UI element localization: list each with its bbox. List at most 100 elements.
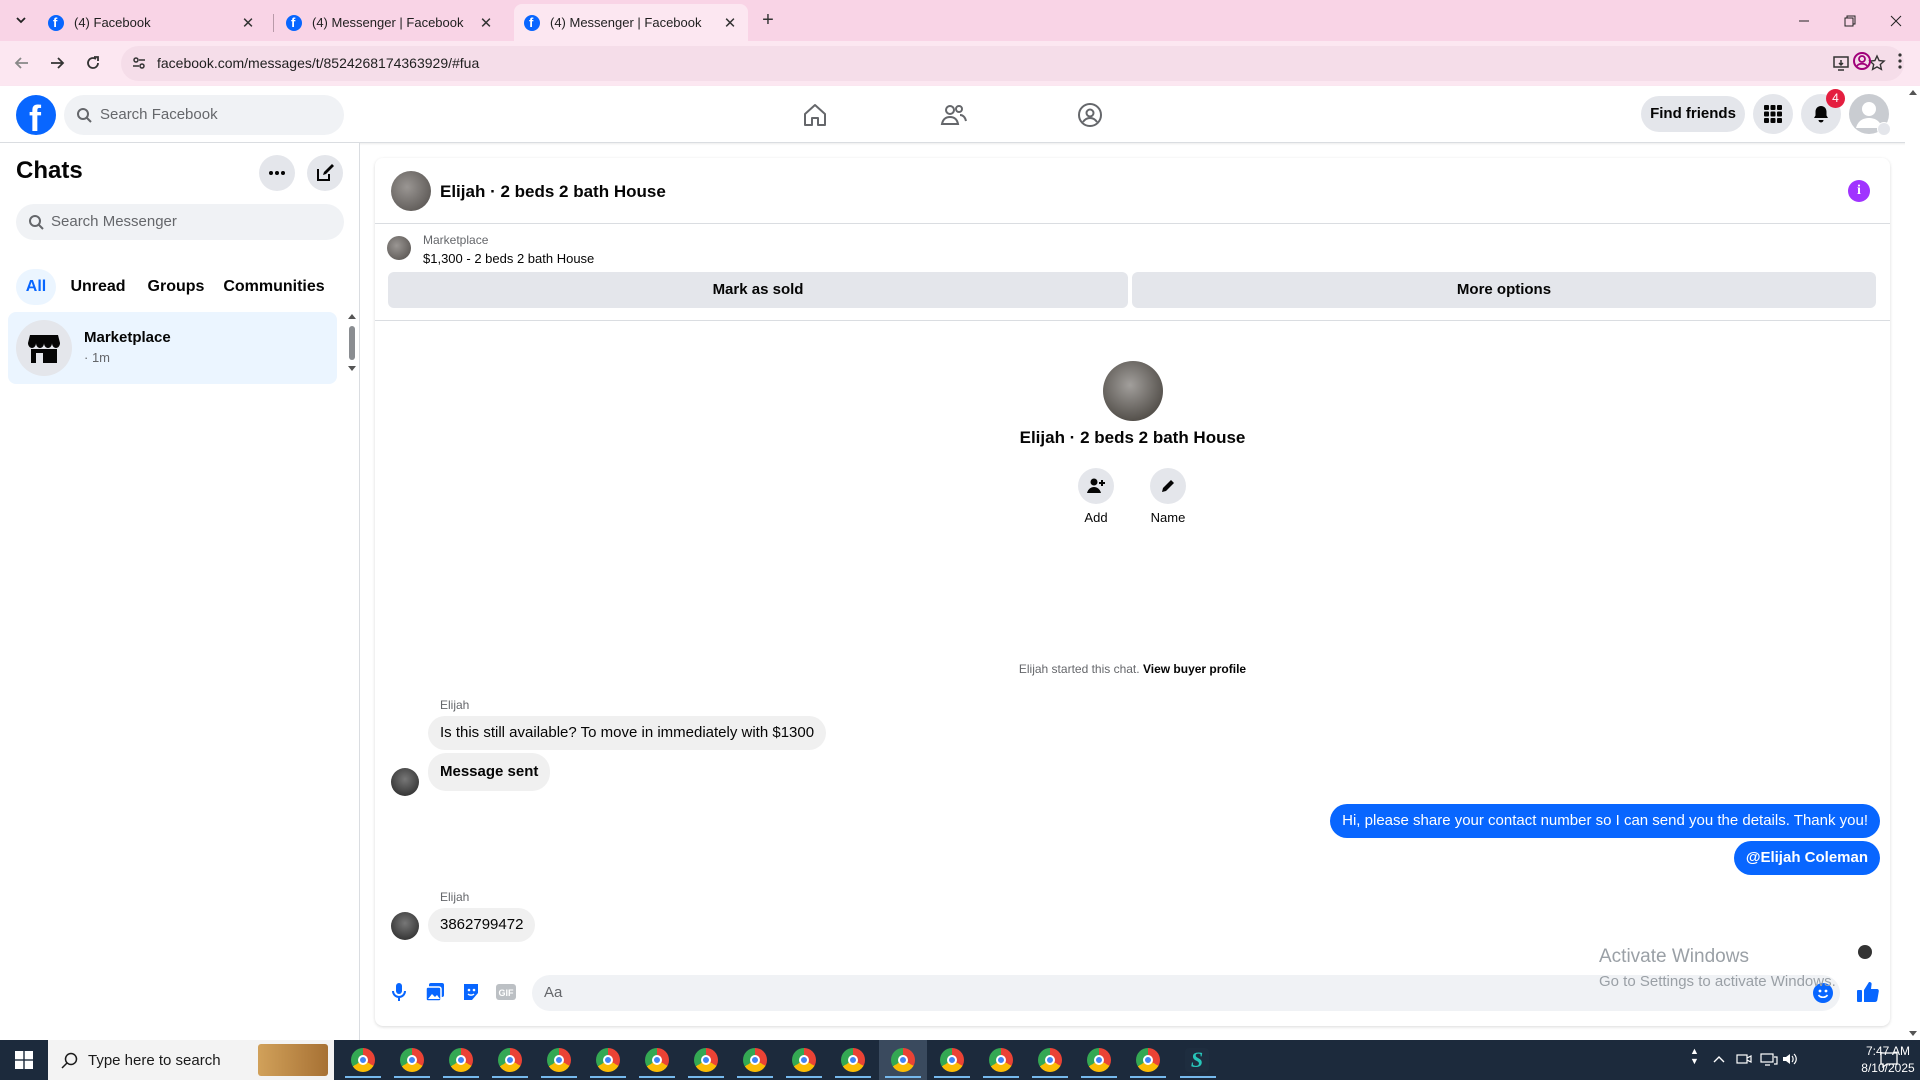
groups-icon[interactable] xyxy=(1074,100,1106,130)
scroll-down-arrow-icon[interactable] xyxy=(348,366,356,371)
start-button[interactable] xyxy=(0,1040,48,1080)
menu-grid-button[interactable] xyxy=(1753,94,1793,134)
microphone-icon[interactable] xyxy=(388,981,410,1003)
name-label: Name xyxy=(1150,510,1186,525)
tab-title: (4) Messenger | Facebook xyxy=(312,15,464,30)
scrollbar-thumb[interactable] xyxy=(349,326,355,360)
info-icon[interactable]: i xyxy=(1848,180,1870,202)
taskbar-search-box[interactable]: Type here to search xyxy=(48,1040,334,1080)
chrome-profile-icon[interactable] xyxy=(345,1048,381,1078)
messenger-search-input[interactable]: Search Messenger xyxy=(16,204,344,240)
conversation-list-scrollbar[interactable] xyxy=(348,314,356,374)
gif-icon[interactable]: GIF xyxy=(495,981,517,1003)
chat-avatar[interactable] xyxy=(391,171,431,211)
sender-avatar[interactable] xyxy=(391,912,419,940)
add-people-button[interactable]: Add xyxy=(1066,468,1126,525)
more-options-button[interactable]: More options xyxy=(1132,272,1876,308)
chrome-profile-icon[interactable] xyxy=(590,1048,626,1078)
view-buyer-profile-link[interactable]: View buyer profile xyxy=(1143,662,1246,676)
browser-tab-messenger-active[interactable]: (4) Messenger | Facebook ✕ xyxy=(514,4,748,41)
close-window-icon[interactable] xyxy=(1873,0,1919,41)
chrome-profile-icon[interactable] xyxy=(737,1048,773,1078)
forward-icon[interactable] xyxy=(45,51,69,75)
show-hidden-icons-icon[interactable] xyxy=(1712,1052,1726,1066)
network-icon[interactable] xyxy=(1760,1052,1778,1066)
chrome-profile-icon[interactable] xyxy=(983,1048,1019,1078)
sender-avatar[interactable] xyxy=(391,768,419,796)
chrome-profile-icon[interactable] xyxy=(492,1048,528,1078)
chrome-profile-icon[interactable] xyxy=(639,1048,675,1078)
reload-icon[interactable] xyxy=(81,51,105,75)
chrome-profile-icon[interactable] xyxy=(541,1048,577,1078)
chrome-profile-icon[interactable] xyxy=(1130,1048,1166,1078)
meet-now-icon[interactable] xyxy=(1736,1052,1752,1066)
tab-search-chevron-icon[interactable] xyxy=(9,8,33,32)
conversation-time: · 1m xyxy=(84,350,110,365)
filter-groups[interactable]: Groups xyxy=(144,269,208,305)
facebook-favicon-icon xyxy=(286,14,302,31)
like-thumbs-up-icon[interactable] xyxy=(1855,979,1881,1005)
browser-profile-icon[interactable] xyxy=(1852,51,1872,71)
chat-options-button[interactable] xyxy=(259,155,295,191)
chrome-profile-icon[interactable] xyxy=(1032,1048,1068,1078)
chat-title[interactable]: Elijah · 2 beds 2 bath House xyxy=(440,182,666,202)
page-scrollbar[interactable] xyxy=(1905,86,1920,1040)
filter-communities[interactable]: Communities xyxy=(220,269,328,305)
chrome-profile-icon[interactable] xyxy=(835,1048,871,1078)
incoming-message[interactable]: 3862799472 xyxy=(428,908,536,942)
friends-icon[interactable] xyxy=(937,100,969,130)
new-message-button[interactable] xyxy=(307,155,343,191)
incoming-message[interactable]: Is this still available? To move in imme… xyxy=(428,716,827,750)
photo-icon[interactable] xyxy=(424,981,446,1003)
more-icon xyxy=(269,171,285,175)
message-sent-card[interactable]: Message sent xyxy=(428,753,551,791)
chrome-profile-icon[interactable] xyxy=(688,1048,724,1078)
tab-close-icon[interactable]: ✕ xyxy=(478,14,494,32)
filter-all[interactable]: All xyxy=(16,269,56,305)
sticker-icon[interactable] xyxy=(460,981,482,1003)
chrome-profile-icon[interactable] xyxy=(394,1048,430,1078)
chats-title: Chats xyxy=(16,157,83,184)
tab-close-icon[interactable]: ✕ xyxy=(240,14,256,32)
facebook-search-input[interactable]: Search Facebook xyxy=(64,95,344,135)
filter-unread[interactable]: Unread xyxy=(66,269,130,305)
facebook-logo[interactable]: f xyxy=(16,95,56,139)
chrome-profile-icon[interactable] xyxy=(934,1048,970,1078)
scroll-up-arrow-icon[interactable] xyxy=(348,314,356,319)
chrome-profile-icon[interactable] xyxy=(786,1048,822,1078)
action-center-icon[interactable] xyxy=(1880,1052,1898,1068)
minimize-icon[interactable] xyxy=(1781,0,1827,41)
find-friends-button[interactable]: Find friends xyxy=(1641,96,1745,132)
back-icon[interactable] xyxy=(10,51,34,75)
app-s-icon[interactable]: S xyxy=(1185,1048,1209,1072)
tab-close-icon[interactable]: ✕ xyxy=(722,14,738,32)
restore-icon[interactable] xyxy=(1827,0,1873,41)
chrome-profile-icon[interactable] xyxy=(443,1048,479,1078)
browser-menu-icon[interactable] xyxy=(1890,51,1910,71)
conversation-name: Marketplace xyxy=(84,329,171,346)
conversation-hero-title: Elijah · 2 beds 2 bath House xyxy=(1019,428,1246,447)
outgoing-mention-message[interactable]: @Elijah Coleman xyxy=(1733,841,1880,875)
install-app-icon[interactable] xyxy=(1832,54,1850,72)
outgoing-message[interactable]: Hi, please share your contact number so … xyxy=(1330,804,1880,838)
browser-tab-facebook[interactable]: (4) Facebook ✕ xyxy=(38,4,266,41)
chrome-profile-icon[interactable] xyxy=(885,1048,921,1078)
volume-icon[interactable] xyxy=(1782,1052,1798,1066)
chrome-profile-icon[interactable] xyxy=(1081,1048,1117,1078)
edit-name-button[interactable]: Name xyxy=(1138,468,1198,525)
browser-tab-messenger[interactable]: (4) Messenger | Facebook ✕ xyxy=(276,4,504,41)
conversation-item[interactable]: Marketplace · 1m xyxy=(8,312,337,384)
tray-scroll-icon[interactable]: ▲ ▼ xyxy=(1690,1046,1699,1066)
scroll-down-arrow-icon[interactable] xyxy=(1909,1031,1917,1036)
listing-detail[interactable]: $1,300 - 2 beds 2 bath House xyxy=(423,251,594,266)
search-highlight-image[interactable] xyxy=(258,1044,328,1076)
address-bar[interactable]: facebook.com/messages/t/8524268174363929… xyxy=(121,46,1904,81)
scroll-up-arrow-icon[interactable] xyxy=(1909,90,1917,95)
site-settings-icon[interactable] xyxy=(131,55,147,71)
account-avatar[interactable] xyxy=(1849,94,1891,136)
home-icon[interactable] xyxy=(799,100,831,130)
pencil-icon xyxy=(1150,468,1186,504)
compose-icon xyxy=(317,164,334,181)
mark-as-sold-button[interactable]: Mark as sold xyxy=(388,272,1128,308)
new-tab-button[interactable]: + xyxy=(756,8,780,32)
